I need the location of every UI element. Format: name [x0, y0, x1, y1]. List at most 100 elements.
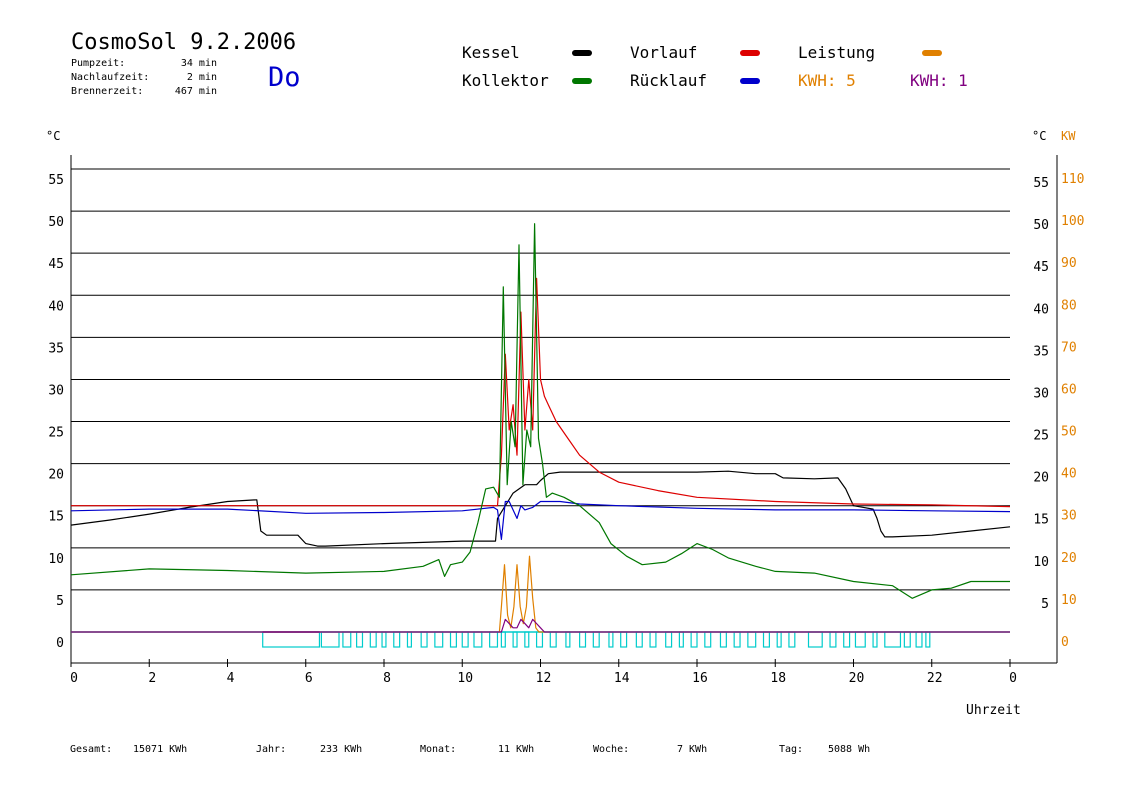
- footer-monat-value: 11 KWh: [498, 744, 535, 755]
- pump-interval-12: [473, 631, 483, 648]
- pump-interval-4: [369, 631, 377, 648]
- pump-interval-26: [665, 631, 673, 648]
- y-tick-left-30: 30: [48, 383, 64, 398]
- pump-interval-42: [903, 631, 911, 648]
- pump-interval-41: [884, 631, 902, 648]
- y2-tick-50: 50: [1061, 425, 1077, 440]
- y2-tick-40: 40: [1061, 467, 1077, 482]
- x-tick-4: 8: [383, 671, 391, 686]
- y-tick-left-35: 35: [48, 341, 64, 356]
- pump-interval-20: [579, 631, 587, 648]
- x-tick-11: 22: [927, 671, 943, 686]
- y-tick-right-50: 50: [1033, 218, 1049, 233]
- pump-interval-23: [620, 631, 628, 648]
- y-tick-right-30: 30: [1033, 386, 1049, 401]
- pump-interval-3: [356, 631, 364, 648]
- x-tick-7: 14: [614, 671, 630, 686]
- pump-interval-29: [704, 631, 712, 648]
- y2-tick-0: 0: [1061, 635, 1069, 650]
- pump-interval-25: [649, 631, 657, 648]
- pump-interval-39: [854, 631, 866, 648]
- y-tick-right-20: 20: [1033, 471, 1049, 486]
- footer-tag-label: Tag:: [779, 744, 804, 755]
- y-tick-right-5: 5: [1041, 597, 1049, 612]
- x-tick-2: 4: [227, 671, 235, 686]
- x-tick-9: 18: [770, 671, 786, 686]
- pump-interval-37: [829, 631, 837, 648]
- y2-tick-70: 70: [1061, 340, 1077, 355]
- pump-interval-6: [393, 631, 401, 648]
- y-tick-right-15: 15: [1033, 513, 1049, 528]
- temperature-chart: 0510152025303540455055510152025303540455…: [46, 129, 1084, 718]
- series-kollektor: [70, 223, 1010, 599]
- pump-interval-8: [420, 631, 428, 648]
- x-tick-5: 10: [457, 671, 473, 686]
- y2-tick-110: 110: [1061, 172, 1084, 187]
- series-ruecklauf: [70, 500, 1011, 541]
- y-tick-right-35: 35: [1033, 344, 1049, 359]
- y2-axis-unit: KW: [1061, 129, 1076, 143]
- pump-interval-13: [489, 631, 499, 648]
- pump-interval-7: [406, 631, 412, 648]
- pump-interval-5: [381, 631, 387, 648]
- footer-woche-label: Woche:: [593, 744, 630, 755]
- footer-gesamt-label: Gesamt:: [70, 744, 113, 755]
- x-tick-6: 12: [536, 671, 552, 686]
- pump-interval-16: [524, 631, 530, 648]
- pump-interval-38: [843, 631, 851, 648]
- x-tick-10: 20: [849, 671, 865, 686]
- pump-interval-2: [342, 631, 352, 648]
- series-lines: [70, 223, 1011, 633]
- pump-interval-21: [592, 631, 600, 648]
- y-tick-left-25: 25: [48, 426, 64, 441]
- pump-interval-18: [549, 631, 557, 648]
- y2-tick-30: 30: [1061, 509, 1077, 524]
- footer-gesamt-value: 15071 KWh: [133, 744, 188, 755]
- pump-interval-0: [262, 631, 321, 648]
- y-tick-right-25: 25: [1033, 429, 1049, 444]
- y2-tick-20: 20: [1061, 551, 1077, 566]
- pump-interval-22: [608, 631, 614, 648]
- footer-monat-label: Monat:: [420, 744, 457, 755]
- pump-interval-9: [434, 631, 444, 648]
- pump-interval-11: [461, 631, 469, 648]
- y2-tick-10: 10: [1061, 593, 1077, 608]
- y2-tick-80: 80: [1061, 298, 1077, 313]
- pump-interval-30: [719, 631, 727, 648]
- y-tick-left-55: 55: [48, 173, 64, 188]
- pump-interval-27: [678, 631, 684, 648]
- pump-interval-10: [449, 631, 457, 648]
- pump-interval-19: [565, 631, 571, 648]
- pump-interval-40: [872, 631, 878, 648]
- y-tick-right-55: 55: [1033, 176, 1049, 191]
- pump-interval-28: [690, 631, 698, 648]
- y-tick-right-45: 45: [1033, 260, 1049, 275]
- y-tick-left-10: 10: [48, 552, 64, 567]
- y2-tick-60: 60: [1061, 382, 1077, 397]
- pump-interval-34: [776, 631, 782, 648]
- y-tick-left-50: 50: [48, 215, 64, 230]
- tick-labels: 0510152025303540455055510152025303540455…: [48, 172, 1084, 686]
- pump-interval-32: [747, 631, 757, 648]
- footer-jahr-value: 233 KWh: [320, 744, 363, 755]
- axes: [70, 155, 1058, 664]
- x-tick-0: 0: [70, 671, 78, 686]
- pump-interval-33: [762, 631, 770, 648]
- series-kwh2: [71, 618, 1010, 633]
- pump-intervals: [71, 631, 1010, 648]
- pump-interval-36: [807, 631, 823, 648]
- y-tick-left-40: 40: [48, 299, 64, 314]
- pump-interval-14: [500, 631, 506, 648]
- pump-interval-1: [320, 631, 340, 648]
- y2-tick-100: 100: [1061, 214, 1084, 229]
- x-tick-8: 16: [692, 671, 708, 686]
- pump-interval-15: [512, 631, 518, 648]
- pump-interval-24: [635, 631, 643, 648]
- y2-tick-90: 90: [1061, 256, 1077, 271]
- y-tick-left-20: 20: [48, 468, 64, 483]
- pump-interval-31: [733, 631, 741, 648]
- pump-interval-43: [915, 631, 923, 648]
- pump-interval-44: [925, 631, 931, 648]
- footer-tag-value: 5088 Wh: [828, 744, 871, 755]
- pump-interval-17: [535, 631, 544, 648]
